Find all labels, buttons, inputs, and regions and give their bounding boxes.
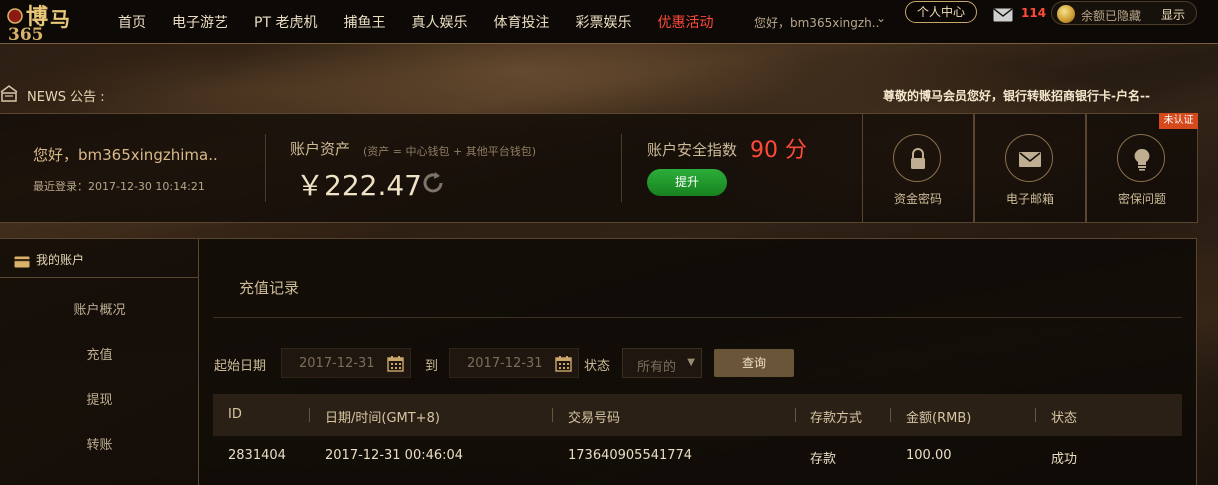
tile-label: 电子邮箱 <box>1005 192 1054 206</box>
coin-icon <box>1057 5 1075 23</box>
tile-circle <box>1005 134 1053 182</box>
sidebar-title: 我的账户 <box>36 253 85 267</box>
site-logo[interactable]: 博 马 365 <box>4 2 88 45</box>
svg-text:马: 马 <box>50 7 70 31</box>
main-nav: 首页 电子游艺 PT 老虎机 捕鱼王 真人娱乐 体育投注 彩票娱乐 优惠活动 <box>118 0 739 44</box>
security-index-label: 账户安全指数 <box>647 141 738 159</box>
table-row: 2831404 2017-12-31 00:46:04 173640905541… <box>213 436 1182 476</box>
svg-text:365: 365 <box>8 25 44 42</box>
column-header: 日期/时间(GMT+8) <box>325 411 440 426</box>
start-date-label: 起始日期 <box>214 359 267 374</box>
tile-label: 密保问题 <box>1117 192 1166 206</box>
nav-item-6[interactable]: 彩票娱乐 <box>575 12 631 32</box>
sidebar-item-deposit[interactable]: 充值 <box>0 344 199 363</box>
divider <box>1035 408 1036 422</box>
sidebar-header: 我的账户 <box>0 238 199 278</box>
divider <box>309 408 310 422</box>
divider <box>890 408 891 422</box>
upgrade-button[interactable]: 提升 <box>647 169 727 196</box>
nav-item-7[interactable]: 优惠活动 <box>657 12 713 32</box>
divider <box>552 408 553 422</box>
tile-email[interactable]: 电子邮箱 <box>974 113 1086 223</box>
nav-item-1[interactable]: 电子游艺 <box>172 12 228 32</box>
cell-datetime: 2017-12-31 00:46:04 <box>325 448 464 463</box>
nav-greeting[interactable]: 您好，bm365xingzh.. <box>754 14 879 31</box>
divider <box>621 134 622 202</box>
mail-icon[interactable] <box>993 7 1013 22</box>
assets-label: 账户资产 <box>290 140 351 158</box>
page-title: 充值记录 <box>239 279 300 297</box>
account-summary: 您好，bm365xingzhima.. 最近登录：2017-12-30 10:1… <box>0 113 863 223</box>
card-icon <box>14 253 30 268</box>
status-label: 状态 <box>584 359 611 374</box>
sidebar-item-overview[interactable]: 账户概况 <box>0 299 199 318</box>
user-center-button[interactable]: 个人中心 <box>905 1 977 23</box>
tile-security-question[interactable]: 密保问题 <box>1086 113 1198 223</box>
cell-amount: 100.00 <box>906 448 952 463</box>
cell-transaction-no: 173640905541774 <box>568 448 693 463</box>
mail-count-badge[interactable]: 114 <box>1021 6 1046 20</box>
start-date-input[interactable]: 2017-12-31 <box>281 348 411 378</box>
envelope-icon <box>1019 152 1041 167</box>
show-balance-button[interactable]: 显示 <box>1161 6 1185 23</box>
news-label: NEWS 公告 : <box>27 90 105 105</box>
cell-method: 存款 <box>810 452 837 467</box>
to-label: 到 <box>425 359 439 374</box>
sidebar-item-transfer[interactable]: 转账 <box>0 434 199 453</box>
column-header: 状态 <box>1051 411 1078 426</box>
tile-circle <box>893 134 941 182</box>
nav-item-3[interactable]: 捕鱼王 <box>343 12 385 32</box>
table-header: ID 日期/时间(GMT+8) 交易号码 存款方式 金额(RMB) 状态 <box>213 394 1182 436</box>
tile-fund-password[interactable]: 资金密码 <box>862 113 974 223</box>
nav-item-2[interactable]: PT 老虎机 <box>254 12 317 32</box>
chevron-down-icon[interactable]: ⌄ <box>876 11 886 25</box>
calendar-icon[interactable] <box>555 355 572 372</box>
announcement-icon <box>0 84 18 102</box>
divider <box>213 317 1182 318</box>
cell-status: 成功 <box>1051 452 1078 467</box>
refresh-icon[interactable] <box>420 170 446 196</box>
unverified-badge: 未认证 <box>1159 113 1198 129</box>
lightbulb-icon <box>1134 148 1150 171</box>
nav-item-5[interactable]: 体育投注 <box>493 12 549 32</box>
column-header: 金额(RMB) <box>906 411 972 426</box>
nav-item-4[interactable]: 真人娱乐 <box>411 12 467 32</box>
nav-item-0[interactable]: 首页 <box>118 12 146 32</box>
security-score: 90 分 <box>750 138 807 163</box>
status-select-value: 所有的 <box>637 360 677 375</box>
balance-hidden-text: 余额已隐藏 <box>1081 9 1142 23</box>
end-date-input[interactable]: 2017-12-31 <box>449 348 579 378</box>
calendar-icon[interactable] <box>387 355 404 372</box>
start-date-value: 2017-12-31 <box>299 356 375 371</box>
tile-circle <box>1117 134 1165 182</box>
balance-box: 余额已隐藏 显示 <box>1051 1 1197 25</box>
assets-note: (资产 = 中心钱包 + 其他平台钱包) <box>363 145 537 158</box>
end-date-value: 2017-12-31 <box>467 356 543 371</box>
tile-label: 资金密码 <box>893 192 942 206</box>
user-greeting: 您好，bm365xingzhima.. <box>33 146 218 164</box>
cell-id: 2831404 <box>228 448 286 463</box>
dropdown-arrow-icon: ▼ <box>687 357 695 368</box>
news-marquee[interactable]: 尊敬的博马会员您好，银行转账招商银行卡-户名-- <box>883 87 1201 104</box>
top-navbar: 博 马 365 首页 电子游艺 PT 老虎机 捕鱼王 真人娱乐 体育投注 彩票娱乐 优惠活动 … <box>0 0 1218 45</box>
divider <box>795 408 796 422</box>
account-sidebar: 我的账户 账户概况 充值 提现 转账 <box>0 238 199 485</box>
query-button[interactable]: 查询 <box>714 349 794 377</box>
column-header: 交易号码 <box>568 411 621 426</box>
assets-amount: ￥222.47 <box>296 169 422 202</box>
lock-icon <box>911 148 925 169</box>
sidebar-item-withdraw[interactable]: 提现 <box>0 389 199 408</box>
deposit-records-panel: 充值记录 起始日期 2017-12-31 到 2017-12-31 状态 所有的 <box>199 238 1197 485</box>
last-login: 最近登录：2017-12-30 10:14:21 <box>33 180 205 193</box>
column-header: ID <box>228 407 242 422</box>
divider <box>265 134 266 202</box>
column-header: 存款方式 <box>810 411 863 426</box>
status-select[interactable]: 所有的 ▼ <box>622 348 702 378</box>
